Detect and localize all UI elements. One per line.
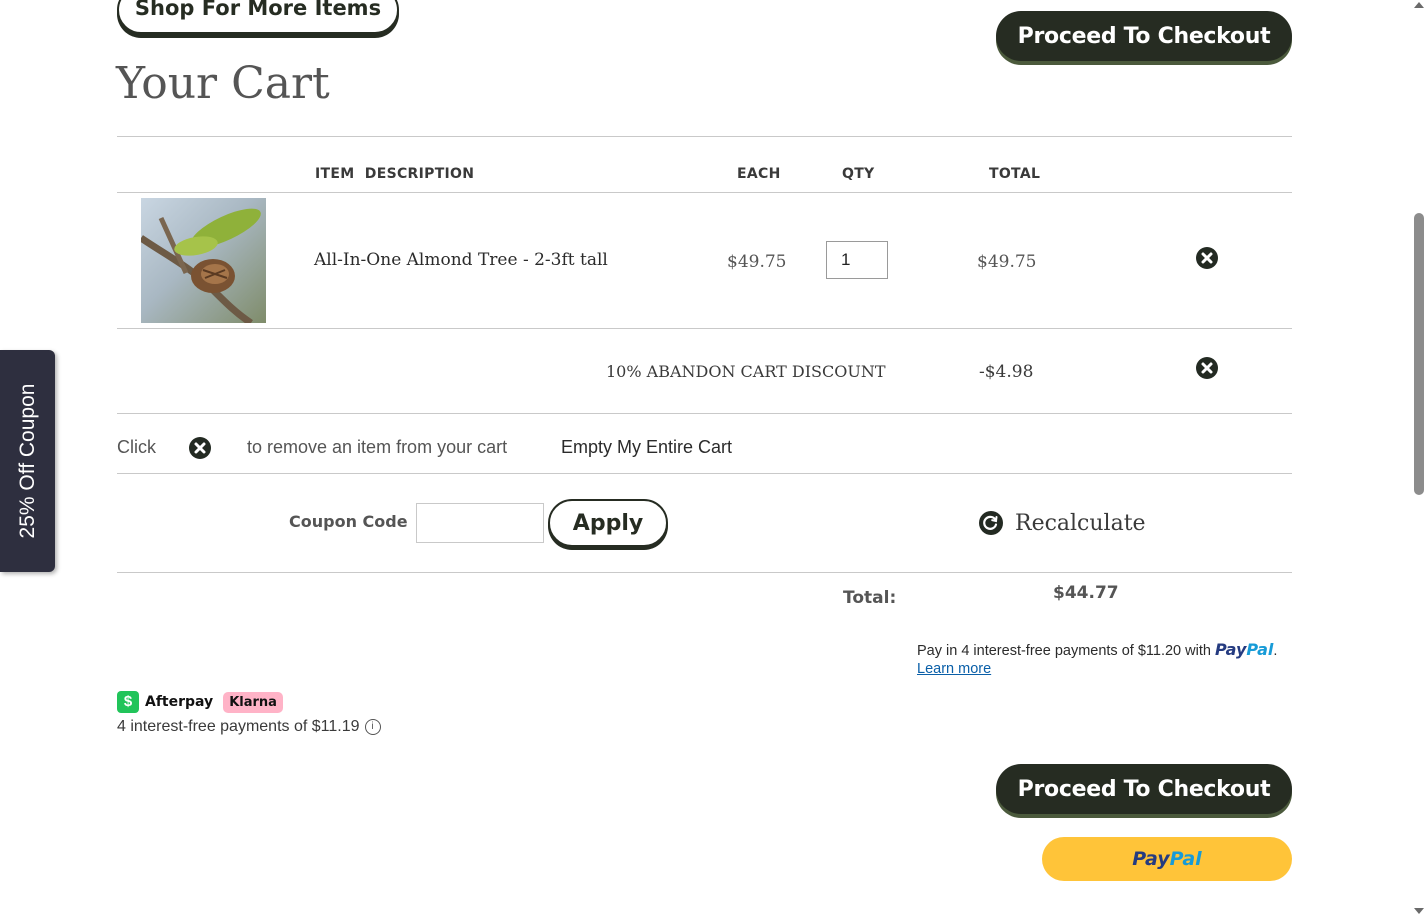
item-name[interactable]: All-In-One Almond Tree - 2-3ft tall xyxy=(314,250,608,270)
page-title: Your Cart xyxy=(116,58,330,109)
shop-more-label: Shop For More Items xyxy=(134,0,382,20)
divider xyxy=(117,572,1292,573)
afterpay-installments: 4 interest-free payments of $11.19 i xyxy=(117,718,381,736)
paypal-offer: Pay in 4 interest-free payments of $11.2… xyxy=(917,640,1277,659)
item-each-price: $49.75 xyxy=(727,252,787,272)
installments-text: 4 interest-free payments of $11.19 xyxy=(117,718,360,735)
coupon-code-input[interactable] xyxy=(416,503,544,543)
remove-hint-click: Click xyxy=(117,437,156,457)
total-label: Total: xyxy=(843,588,897,608)
divider xyxy=(117,413,1292,414)
proceed-to-checkout-button-bottom[interactable]: Proceed To Checkout xyxy=(996,764,1292,814)
dollar-icon: $ xyxy=(117,691,139,713)
info-icon[interactable]: i xyxy=(364,719,381,735)
afterpay-label: Afterpay xyxy=(145,694,214,710)
item-total-price: $49.75 xyxy=(977,252,1037,272)
total-amount: $44.77 xyxy=(1053,583,1119,603)
scrollbar-thumb[interactable] xyxy=(1414,213,1424,495)
paypal-logo: PayPal xyxy=(1132,848,1201,870)
recalculate-button[interactable]: Recalculate xyxy=(979,508,1146,538)
paypal-logo-pal: Pal xyxy=(1169,848,1202,870)
paypal-logo: PayPal xyxy=(1215,640,1273,659)
refresh-icon xyxy=(979,511,1003,535)
coupon-code-label: Coupon Code xyxy=(289,512,408,531)
proceed-to-checkout-button-top[interactable]: Proceed To Checkout xyxy=(996,11,1292,61)
remove-item-icon[interactable] xyxy=(1196,247,1218,269)
apply-coupon-button[interactable]: Apply xyxy=(548,499,668,547)
coupon-side-tab-label: 25% Off Coupon xyxy=(15,383,39,539)
paypal-logo-pal: Pal xyxy=(1246,640,1274,659)
quantity-input[interactable] xyxy=(826,241,888,279)
header-total: TOTAL xyxy=(989,166,1041,182)
paypal-logo-pay: Pay xyxy=(1214,640,1247,659)
apply-label: Apply xyxy=(572,510,644,536)
afterpay-badge: $ Afterpay Klarna xyxy=(117,691,283,713)
recalculate-label: Recalculate xyxy=(1015,510,1146,536)
paypal-logo-pay: Pay xyxy=(1132,848,1170,870)
discount-amount: -$4.98 xyxy=(979,362,1034,382)
checkout-label: Proceed To Checkout xyxy=(1017,776,1271,802)
shop-more-button[interactable]: Shop For More Items xyxy=(117,0,399,34)
header-each: EACH xyxy=(737,166,781,182)
klarna-badge: Klarna xyxy=(223,691,283,713)
product-image[interactable] xyxy=(141,198,266,323)
scroll-down-arrow-icon[interactable] xyxy=(1414,908,1424,914)
checkout-label: Proceed To Checkout xyxy=(1017,23,1271,49)
divider xyxy=(117,473,1292,474)
divider xyxy=(117,136,1292,137)
header-item-description: ITEM DESCRIPTION xyxy=(315,166,475,182)
paypal-checkout-button[interactable]: PayPal xyxy=(1042,837,1292,881)
discount-label: 10% ABANDON CART DISCOUNT xyxy=(606,362,886,381)
scroll-up-arrow-icon[interactable] xyxy=(1414,2,1424,8)
remove-discount-icon[interactable] xyxy=(1196,357,1218,379)
paypal-offer-period: . xyxy=(1273,643,1278,659)
paypal-offer-text: Pay in 4 interest-free payments of $11.2… xyxy=(917,643,1211,659)
divider xyxy=(117,328,1292,329)
remove-hint-text: to remove an item from your cart xyxy=(247,437,508,457)
divider xyxy=(117,192,1292,193)
remove-example-icon xyxy=(189,437,211,459)
learn-more-link[interactable]: Learn more xyxy=(917,661,991,677)
coupon-side-tab[interactable]: 25% Off Coupon xyxy=(0,350,55,572)
header-qty: QTY xyxy=(842,166,875,182)
empty-cart-link[interactable]: Empty My Entire Cart xyxy=(561,437,732,458)
